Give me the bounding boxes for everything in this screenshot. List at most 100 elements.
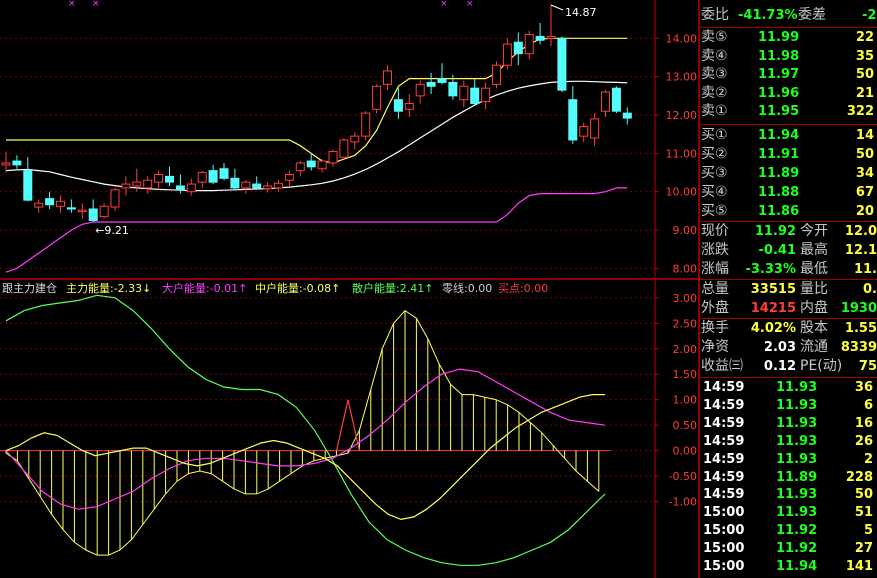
candle-down[interactable] [568, 99, 578, 141]
kline-y-axis: 14.00 13.00 12.00 11.00 10.00 9.00 8.00 [655, 32, 697, 275]
candle-up[interactable] [274, 182, 283, 189]
candle-up[interactable] [263, 185, 273, 190]
candle-up[interactable] [492, 64, 501, 85]
candle-up[interactable] [404, 103, 414, 110]
candle-up[interactable] [295, 162, 305, 172]
candle-down[interactable] [219, 168, 229, 179]
quote-row: 涨幅 -3.33% 最低 11. [700, 260, 877, 279]
tick-volume: 141 [845, 559, 873, 574]
candle-up[interactable] [590, 118, 600, 139]
trade-tick-row[interactable]: 14:59 11.93 50 [700, 486, 877, 504]
tick-price: 11.93 [776, 451, 818, 467]
candle-up[interactable] [197, 172, 207, 183]
bid-row[interactable]: 买③ 11.89 34 [700, 164, 877, 183]
candle-down[interactable] [448, 81, 458, 97]
candle-down[interactable] [437, 78, 447, 83]
ask-row[interactable]: 卖④ 11.98 35 [700, 47, 877, 66]
candle-down[interactable] [513, 41, 523, 55]
candle-up[interactable] [143, 179, 153, 189]
candle-up[interactable] [34, 202, 44, 208]
candle-down[interactable] [252, 183, 262, 189]
quote-label: 现价 [701, 223, 729, 239]
candle-up[interactable] [241, 181, 251, 189]
fund-row: 净资 2.03 流通 8339 [700, 338, 877, 357]
candle-up[interactable] [579, 126, 589, 137]
candle-down[interactable] [535, 35, 545, 41]
trade-tick-row[interactable]: 14:59 11.93 16 [700, 415, 877, 433]
candle-down[interactable] [306, 160, 316, 168]
candle-down[interactable] [230, 177, 240, 189]
candle-down[interactable] [45, 198, 55, 206]
candle-up[interactable] [524, 34, 534, 55]
candle-up[interactable] [284, 173, 294, 181]
trade-tick-row[interactable]: 14:59 11.93 26 [700, 433, 877, 451]
candle-up[interactable] [1, 162, 11, 166]
trade-tick-row[interactable]: 14:59 11.93 36 [700, 379, 877, 397]
candle-up[interactable] [546, 35, 556, 39]
trade-tick-row[interactable]: 14:59 11.89 228 [700, 469, 877, 487]
candle-up[interactable] [383, 70, 392, 85]
candle-up[interactable] [110, 189, 120, 208]
candle-up[interactable] [601, 91, 610, 112]
tick-volume: 27 [854, 541, 873, 557]
volume-value2: 1930 [840, 301, 877, 316]
trade-tick-row[interactable]: 15:00 11.92 27 [700, 540, 877, 558]
fund-row: 收益㈢ 0.12 PE(动) 75 [700, 357, 877, 376]
candle-down[interactable] [175, 185, 185, 191]
candle-down[interactable] [622, 112, 632, 119]
ask-row[interactable]: 卖⑤ 11.99 22 [700, 28, 877, 47]
candle-up[interactable] [154, 173, 164, 183]
kline-candles[interactable] [1, 4, 632, 223]
candle-down[interactable] [393, 99, 403, 112]
chart-area[interactable]: 14.00 13.00 12.00 11.00 10.00 9.00 8.00 14.87 ←… [0, 0, 700, 578]
candle-up[interactable] [415, 83, 425, 97]
bid-row[interactable]: 买④ 11.88 67 [700, 183, 877, 202]
candle-down[interactable] [23, 170, 33, 201]
candle-up[interactable] [186, 183, 196, 193]
trade-tick-row[interactable]: 14:59 11.93 6 [700, 397, 877, 415]
candle-down[interactable] [426, 81, 436, 87]
candle-up[interactable] [56, 200, 65, 207]
quote-label2: 最高 [800, 242, 828, 258]
candle-up[interactable] [317, 160, 327, 170]
quote-row: 现价 11.92 今开 12.0 [700, 222, 877, 241]
indicator-y-tick-label: -0.50 [669, 470, 697, 483]
kline-y-tick-label: 14.00 [666, 32, 698, 45]
candle-down[interactable] [66, 207, 76, 210]
trade-tick-row[interactable]: 15:00 11.92 5 [700, 522, 877, 540]
tick-price: 11.93 [776, 380, 818, 395]
candle-up[interactable] [459, 85, 469, 101]
candle-up[interactable] [132, 181, 142, 187]
candle-up[interactable] [99, 205, 109, 218]
candle-down[interactable] [165, 175, 174, 183]
candle-up[interactable] [350, 135, 360, 143]
candle-up[interactable] [121, 183, 131, 189]
candle-up[interactable] [77, 209, 87, 213]
candle-up[interactable] [328, 150, 338, 164]
candle-up[interactable] [361, 112, 371, 137]
indicator-lines [5, 294, 606, 566]
candle-up[interactable] [339, 139, 349, 158]
candle-down[interactable] [88, 208, 98, 221]
volume-value: 14215 [750, 301, 796, 316]
ask-row[interactable]: 卖③ 11.97 50 [700, 65, 877, 84]
candle-down[interactable] [557, 37, 567, 91]
bid-row[interactable]: 买② 11.91 50 [700, 145, 877, 164]
candle-down[interactable] [611, 87, 621, 112]
bid-row[interactable]: 买⑤ 11.86 20 [700, 202, 877, 221]
trade-tick-row[interactable]: 15:00 11.94 141 [700, 558, 877, 576]
candle-up[interactable] [372, 85, 382, 110]
candle-up[interactable] [502, 43, 512, 66]
ask-row[interactable]: 卖② 11.96 21 [700, 84, 877, 103]
kline-y-tick-label: 9.00 [673, 224, 698, 237]
bid-row[interactable]: 买① 11.94 14 [700, 126, 877, 145]
ask-row[interactable]: 卖① 11.95 322 [700, 102, 877, 121]
candle-down[interactable] [12, 160, 22, 166]
trade-tick-row[interactable]: 14:59 11.93 2 [700, 451, 877, 469]
candle-down[interactable] [208, 170, 218, 183]
candle-down[interactable] [470, 87, 480, 105]
tick-time: 15:00 [703, 505, 745, 521]
trade-tick-row[interactable]: 15:00 11.93 51 [700, 504, 877, 522]
candle-up[interactable] [481, 87, 491, 103]
ask-label: 卖① [701, 103, 728, 120]
